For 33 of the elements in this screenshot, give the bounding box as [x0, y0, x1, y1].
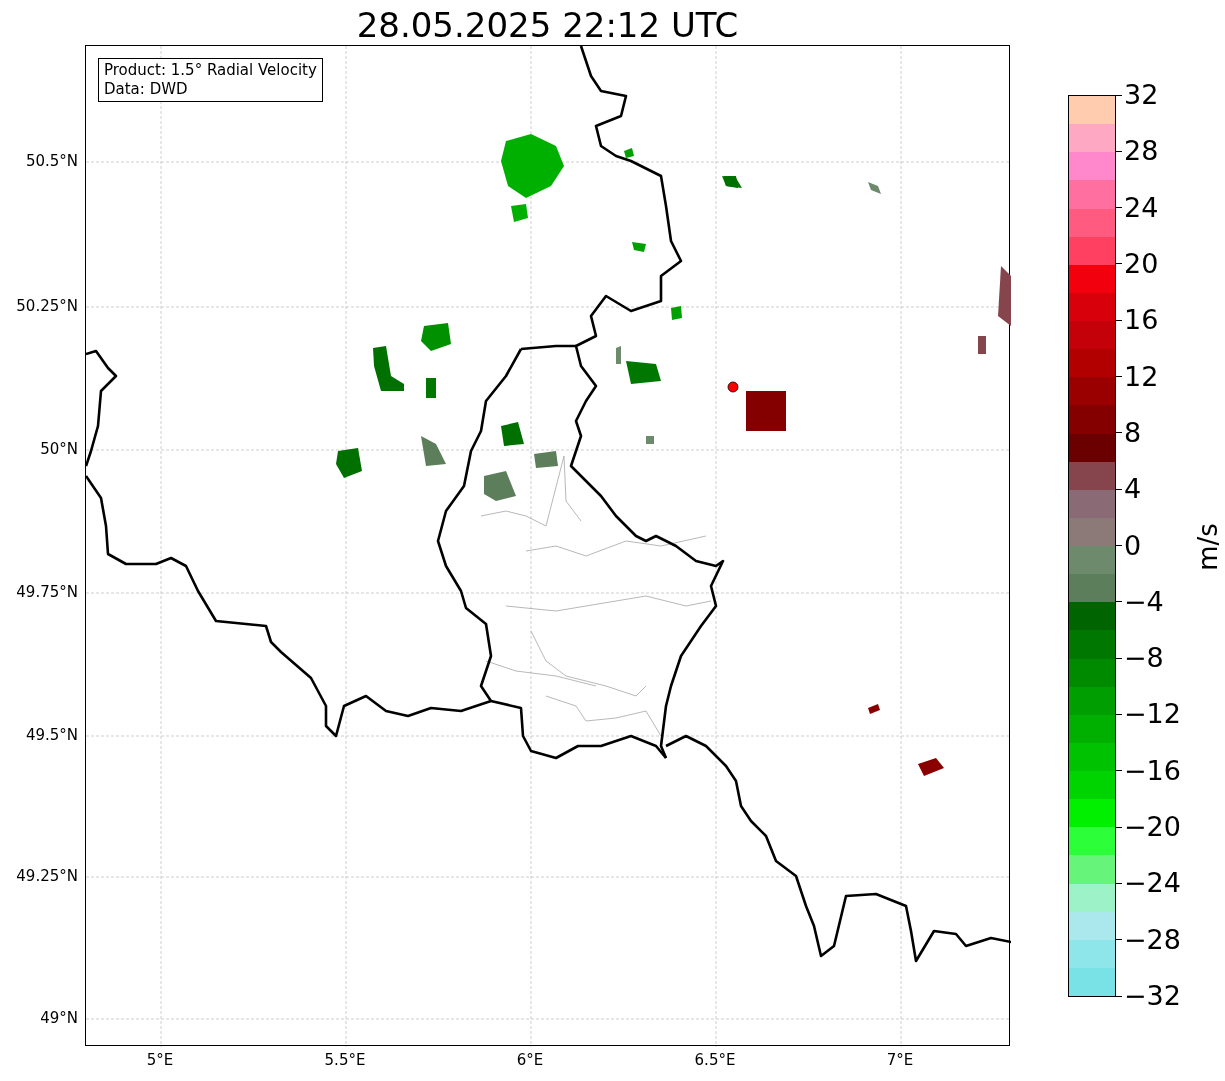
longitude-label: 5°E: [145, 1051, 175, 1069]
info-text: Product: 1.5° Radial Velocity: [104, 61, 317, 80]
longitude-label: 6.5°E: [693, 1051, 737, 1069]
colorbar-tick-label: 32: [1124, 80, 1159, 110]
latitude-label: 49.5°N: [25, 726, 78, 744]
chart-title: 28.05.2025 22:12 UTC: [355, 4, 740, 46]
colorbar-tick-label: 28: [1124, 136, 1159, 167]
colorbar-tick-label: −20: [1124, 812, 1181, 843]
latitude-label: 49°N: [40, 1009, 78, 1027]
latitude-label: 49.75°N: [16, 583, 78, 601]
longitude-label: 5.5°E: [323, 1051, 367, 1069]
colorbar-tick-label: −32: [1124, 981, 1181, 1011]
colorbar-tick-label: −12: [1124, 699, 1181, 730]
info-text: Data: DWD: [104, 80, 189, 99]
colorbar-tick-label: 20: [1124, 248, 1159, 279]
latitude-label: 50.5°N: [25, 152, 78, 170]
colorbar-tick-label: −16: [1124, 755, 1181, 786]
colorbar-tick-label: 24: [1124, 192, 1159, 223]
longitude-label: 6°E: [515, 1051, 545, 1069]
radar-station-marker: [727, 381, 739, 393]
colorbar-tick-label: −28: [1124, 924, 1181, 955]
latitude-label: 49.25°N: [16, 867, 78, 885]
colorbar-tick-label: 8: [1124, 417, 1142, 448]
colorbar-tick-label: −4: [1124, 586, 1164, 617]
colorbar-tick-label: 0: [1124, 530, 1142, 561]
colorbar-tick-label: 16: [1124, 305, 1159, 336]
colorbar-tick-label: −8: [1124, 643, 1164, 674]
latitude-label: 50.25°N: [16, 297, 78, 315]
latitude-label: 50°N: [40, 440, 78, 458]
colorbar-tick-label: 12: [1124, 361, 1159, 392]
colorbar-tick-label: −24: [1124, 868, 1181, 899]
longitude-label: 7°E: [885, 1051, 915, 1069]
colorbar-tick-label: 4: [1124, 474, 1142, 505]
